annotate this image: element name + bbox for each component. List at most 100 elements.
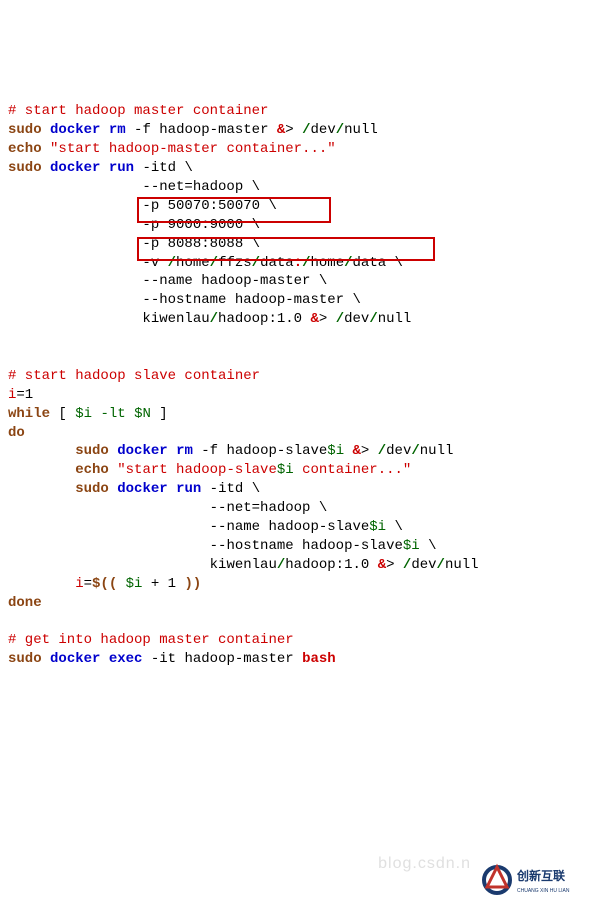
gt: > — [361, 443, 369, 459]
kw-while: while — [8, 406, 50, 422]
kw-do: do — [8, 425, 25, 441]
slash: / — [378, 443, 386, 459]
img: kiwenlau — [142, 311, 209, 327]
var-i: $i — [126, 576, 143, 592]
slash: / — [336, 311, 344, 327]
comment-master: # start hadoop master container — [8, 103, 268, 119]
img: hadoop:1.0 — [285, 557, 377, 573]
exec-args: -it hadoop-master — [142, 651, 302, 667]
kw-docker: docker — [50, 122, 100, 138]
logo-sub-text: CHUANG XIN HU LIAN — [517, 888, 570, 894]
opt-v: -v — [142, 255, 167, 271]
dev: dev — [411, 557, 436, 573]
str-master: "start hadoop-master container..." — [50, 141, 336, 157]
logo-cxhl: 创新互联 CHUANG XIN HU LIAN — [481, 843, 581, 879]
eq: = — [84, 576, 92, 592]
str-slave-a: "start hadoop-slave — [117, 462, 277, 478]
slash: / — [252, 255, 260, 271]
opt-name: --name hadoop-master \ — [142, 273, 327, 289]
kw-run: run — [176, 481, 201, 497]
var-i: $i — [75, 406, 92, 422]
rm-slave: -f hadoop-slave — [193, 443, 327, 459]
null: null — [445, 557, 479, 573]
slash: / — [302, 122, 310, 138]
var-i: $i — [277, 462, 294, 478]
kw-exec: exec — [109, 651, 143, 667]
var-i: $i — [403, 538, 420, 554]
path: data — [353, 255, 387, 271]
slash: / — [437, 557, 445, 573]
slash: / — [210, 311, 218, 327]
comment-getinto: # get into hadoop master container — [8, 632, 294, 648]
var-n: $N — [134, 406, 151, 422]
amp: & — [353, 443, 361, 459]
kw-echo: echo — [75, 462, 109, 478]
path: home — [176, 255, 210, 271]
opt-net: --net=hadoop \ — [142, 179, 260, 195]
i-assign: =1 — [16, 387, 33, 403]
kw-bash: bash — [302, 651, 336, 667]
kw-sudo: sudo — [8, 651, 42, 667]
bs: \ — [386, 255, 403, 271]
slash: / — [168, 255, 176, 271]
kw-run: run — [109, 160, 134, 176]
amp: & — [378, 557, 386, 573]
kw-rm: rm — [109, 122, 126, 138]
opt-net2: --net=hadoop \ — [210, 500, 328, 516]
plus1: + 1 — [142, 576, 184, 592]
gt: > — [319, 311, 327, 327]
amp: & — [310, 311, 318, 327]
img: hadoop:1.0 — [218, 311, 310, 327]
path: data — [260, 255, 294, 271]
opt-name-slave: --name hadoop-slave — [210, 519, 370, 535]
rbracket: ] — [151, 406, 168, 422]
i-var: i — [75, 576, 83, 592]
slash: / — [210, 255, 218, 271]
img: kiwenlau — [210, 557, 277, 573]
kw-echo: echo — [8, 141, 42, 157]
var-i: $i — [327, 443, 344, 459]
gt: > — [386, 557, 394, 573]
kw-sudo: sudo — [8, 122, 42, 138]
kw-docker: docker — [50, 160, 100, 176]
null: null — [344, 122, 378, 138]
null: null — [420, 443, 454, 459]
arith-close: )) — [184, 576, 201, 592]
null: null — [378, 311, 412, 327]
slash: / — [411, 443, 419, 459]
slash: / — [403, 557, 411, 573]
path: ffzs — [218, 255, 252, 271]
kw-done: done — [8, 595, 42, 611]
kw-docker: docker — [117, 481, 167, 497]
slash: / — [277, 557, 285, 573]
kw-docker: docker — [50, 651, 100, 667]
comment-slave: # start hadoop slave container — [8, 368, 260, 384]
slash: / — [336, 122, 344, 138]
kw-sudo: sudo — [8, 160, 42, 176]
opt-itd: -itd \ — [134, 160, 193, 176]
dev: dev — [386, 443, 411, 459]
op-lt: -lt — [92, 406, 134, 422]
bs: \ — [420, 538, 437, 554]
arith-open: $(( — [92, 576, 126, 592]
logo-main-text: 创新互联 — [516, 868, 565, 883]
path: home — [311, 255, 345, 271]
opt-itd: -itd \ — [201, 481, 260, 497]
kw-sudo: sudo — [75, 443, 109, 459]
str-slave-b: container..." — [294, 462, 412, 478]
slash: / — [344, 255, 352, 271]
opt-p2: -p 9000:9000 \ — [142, 217, 260, 233]
opt-host-slave: --hostname hadoop-slave — [210, 538, 403, 554]
dev: dev — [344, 311, 369, 327]
kw-rm: rm — [176, 443, 193, 459]
watermark-text: blog.csdn.n — [378, 853, 471, 875]
kw-docker: docker — [117, 443, 167, 459]
opt-host: --hostname hadoop-master \ — [142, 292, 360, 308]
gt: > — [285, 122, 293, 138]
bs: \ — [386, 519, 403, 535]
kw-sudo: sudo — [75, 481, 109, 497]
opt-p1: -p 50070:50070 \ — [142, 198, 276, 214]
code-block: # start hadoop master container sudo doc… — [8, 84, 583, 707]
dev: dev — [311, 122, 336, 138]
opt-p3: -p 8088:8088 \ — [142, 236, 260, 252]
